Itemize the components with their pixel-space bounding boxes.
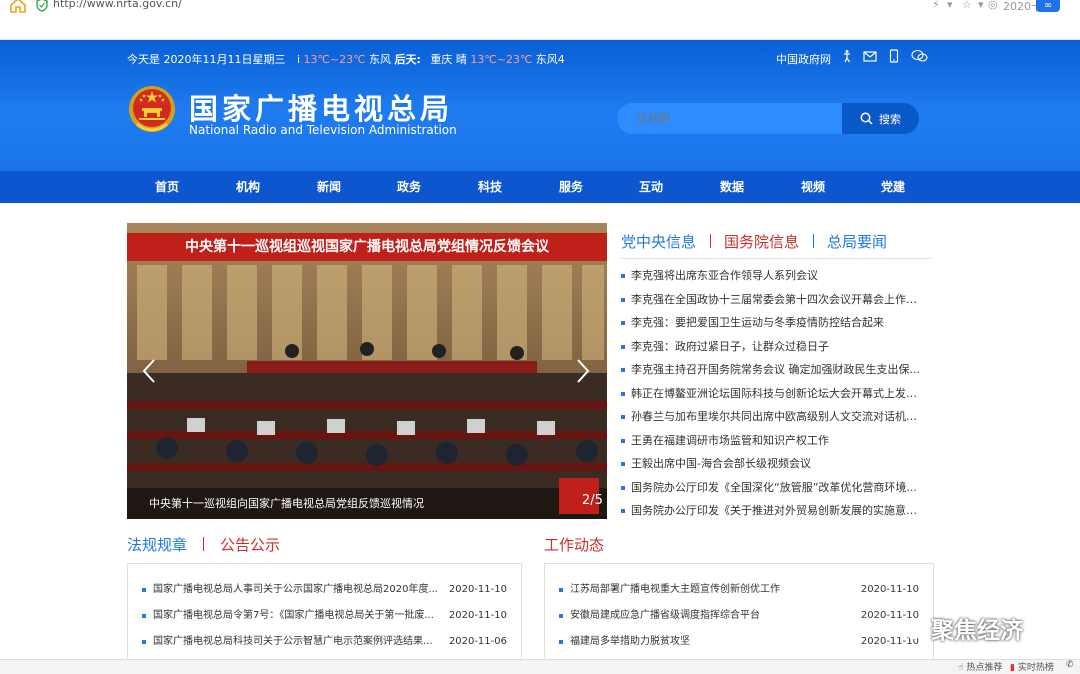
- search-button-label: 搜索: [879, 112, 901, 126]
- nav-item-party-building[interactable]: 党建: [858, 171, 928, 203]
- address-bar[interactable]: http://www.nrta.gov.cn/: [53, 0, 182, 10]
- main-nav: 首页 机构 新闻 政务 科技 服务 互动 数据 视频 党建: [0, 171, 1080, 203]
- nav-item-home[interactable]: 首页: [132, 171, 202, 203]
- list-item[interactable]: 孙春兰与加布里埃尔共同出席中欧高级别人文交流对话机制...: [621, 405, 921, 429]
- lightning-icon[interactable]: ⚡: [932, 0, 940, 11]
- tab-hint-icon[interactable]: ◎: [988, 0, 998, 11]
- table-row[interactable]: 国家广播电视总局科技司关于公示智慧广电示范案例评选结果... 2020-11-06: [128, 629, 521, 655]
- site-logo-title[interactable]: 国家广播电视总局: [189, 86, 453, 128]
- table-row[interactable]: 福建局多举措助力脱贫攻坚 2020-11-10: [545, 629, 933, 655]
- browser-toolbar: http://www.nrta.gov.cn/ ⚡ ▾ ☆ ▾ ◎ 2020十大…: [0, 0, 1080, 40]
- star-icon[interactable]: ☆: [962, 0, 972, 11]
- mail-icon[interactable]: [863, 49, 877, 63]
- nav-item-data[interactable]: 数据: [697, 171, 767, 203]
- list-item[interactable]: 李克强在全国政协十三届常委会第十四次会议开幕会上作报...: [621, 288, 921, 312]
- list-item[interactable]: 国务院办公厅印发《关于推进对外贸易创新发展的实施意见...: [621, 499, 921, 523]
- slide-photo: [127, 223, 607, 519]
- security-shield-icon[interactable]: [36, 0, 48, 12]
- tab-state-council[interactable]: 国务院信息: [724, 231, 799, 252]
- nav-item-services[interactable]: 服务: [536, 171, 606, 203]
- list-item[interactable]: 国务院办公厅印发《全国深化“放管服”改革优化营商环境...: [621, 476, 921, 500]
- slider-next-icon[interactable]: [575, 358, 591, 384]
- tab-laws[interactable]: 法规规章: [127, 534, 187, 555]
- temperature: 13℃~23℃: [303, 53, 366, 66]
- site-header: 今天是 2020年11月11日星期三 i 13℃~23℃ 东风 后天: 重庆 晴…: [0, 40, 1080, 171]
- list-item[interactable]: 李克强主持召开国务院常务会议 确定加强财政民生支出保...: [621, 358, 921, 382]
- bar-chart-icon: ▮: [1010, 663, 1015, 673]
- tab-central-party[interactable]: 党中央信息: [621, 231, 696, 252]
- nav-item-organization[interactable]: 机构: [213, 171, 283, 203]
- nav-item-news[interactable]: 新闻: [294, 171, 364, 203]
- site-logo-subtitle: National Radio and Television Administra…: [189, 123, 457, 137]
- table-row[interactable]: 国家广播电视总局人事司关于公示国家广播电视总局2020年度... 2020-11-…: [128, 577, 521, 603]
- watermark: 聚焦经济: [895, 611, 1023, 645]
- chevron-down-icon[interactable]: ▾: [978, 0, 984, 11]
- work-news-title[interactable]: 工作动态: [544, 534, 604, 555]
- nav-item-government-affairs[interactable]: 政务: [374, 171, 444, 203]
- phone-icon[interactable]: ✆: [1066, 660, 1074, 670]
- table-row[interactable]: 国家广播电视总局令第7号：《国家广播电视总局关于第一批废... 2020-11-1…: [128, 603, 521, 629]
- list-item[interactable]: 李克强：要把爱国卫生运动与冬季疫情防控结合起来: [621, 311, 921, 335]
- hot-recommend[interactable]: ☝ 热点推荐: [958, 660, 1002, 673]
- news-slider[interactable]: 中央第十一巡视组巡视国家广播电视总局党组情况反馈会议 中央第十一巡视组向国家广播…: [127, 223, 607, 519]
- list-item[interactable]: 李克强：政府过紧日子，让群众过稳日子: [621, 335, 921, 359]
- slider-prev-icon[interactable]: [141, 358, 157, 384]
- search-box: 搜索: [617, 103, 919, 134]
- tab-announcements[interactable]: 公告公示: [220, 534, 280, 555]
- table-row[interactable]: 江苏局部署广播电视重大主题宣传创新创优工作 2020-11-10: [545, 577, 933, 603]
- news-list: 李克强将出席东亚合作领导人系列会议 李克强在全国政协十三届常委会第十四次会议开幕…: [621, 264, 931, 523]
- chevron-down-icon[interactable]: ▾: [947, 0, 953, 11]
- search-input[interactable]: [617, 103, 843, 134]
- list-item[interactable]: 王毅出席中国-海合会部长级视频会议: [621, 452, 921, 476]
- slide-caption[interactable]: 中央第十一巡视组向国家广播电视总局党组反馈巡视情况: [149, 495, 424, 511]
- table-row[interactable]: 安徽局建成应急广播省级调度指挥综合平台 2020-11-10: [545, 603, 933, 629]
- divider: [621, 258, 931, 259]
- gov-link[interactable]: 中国政府网: [776, 51, 831, 67]
- home-icon[interactable]: [8, 0, 28, 13]
- news-tabs: 党中央信息 国务院信息 总局要闻: [621, 231, 931, 251]
- nav-item-video[interactable]: 视频: [778, 171, 848, 203]
- list-item[interactable]: 李克强将出席东亚合作领导人系列会议: [621, 264, 921, 288]
- national-emblem-icon: [129, 86, 175, 132]
- wechat-icon[interactable]: [911, 49, 928, 63]
- search-button[interactable]: 搜索: [842, 103, 919, 134]
- extension-icon[interactable]: ∞: [1036, 0, 1060, 12]
- date-weather: 今天是 2020年11月11日星期三 i 13℃~23℃ 东风 后天: 重庆 晴…: [127, 53, 565, 66]
- laws-list: 国家广播电视总局人事司关于公示国家广播电视总局2020年度... 2020-11-…: [127, 563, 522, 659]
- date-text: 今天是 2020年11月11日星期三: [127, 53, 286, 66]
- list-item[interactable]: 王勇在福建调研市场监管和知识产权工作: [621, 429, 921, 453]
- slide-counter: 2/5: [582, 493, 603, 508]
- slide-banner-text: 中央第十一巡视组巡视国家广播电视总局党组情况反馈会议: [185, 239, 549, 255]
- nav-item-interaction[interactable]: 互动: [616, 171, 686, 203]
- tab-divider: [710, 234, 711, 248]
- tab-divider: [813, 234, 814, 248]
- tab-bureau-news[interactable]: 总局要闻: [827, 231, 887, 252]
- wechat-icon: [895, 619, 923, 639]
- tab-divider: [203, 537, 204, 551]
- accessibility-icon[interactable]: [840, 49, 854, 63]
- search-icon: [860, 112, 873, 125]
- work-news-list: 江苏局部署广播电视重大主题宣传创新创优工作 2020-11-10 安徽局建成应急广…: [544, 563, 934, 659]
- mobile-icon[interactable]: [887, 49, 901, 63]
- realtime-hot[interactable]: ▮ 实时热榜: [1010, 660, 1054, 673]
- thumb-icon: ☝: [958, 663, 964, 673]
- list-item[interactable]: 韩正在博鳌亚洲论坛国际科技与创新论坛大会开幕式上发表...: [621, 382, 921, 406]
- browser-statusbar: ☝ 热点推荐 ▮ 实时热榜 ✆: [0, 659, 1080, 674]
- nav-item-technology[interactable]: 科技: [455, 171, 525, 203]
